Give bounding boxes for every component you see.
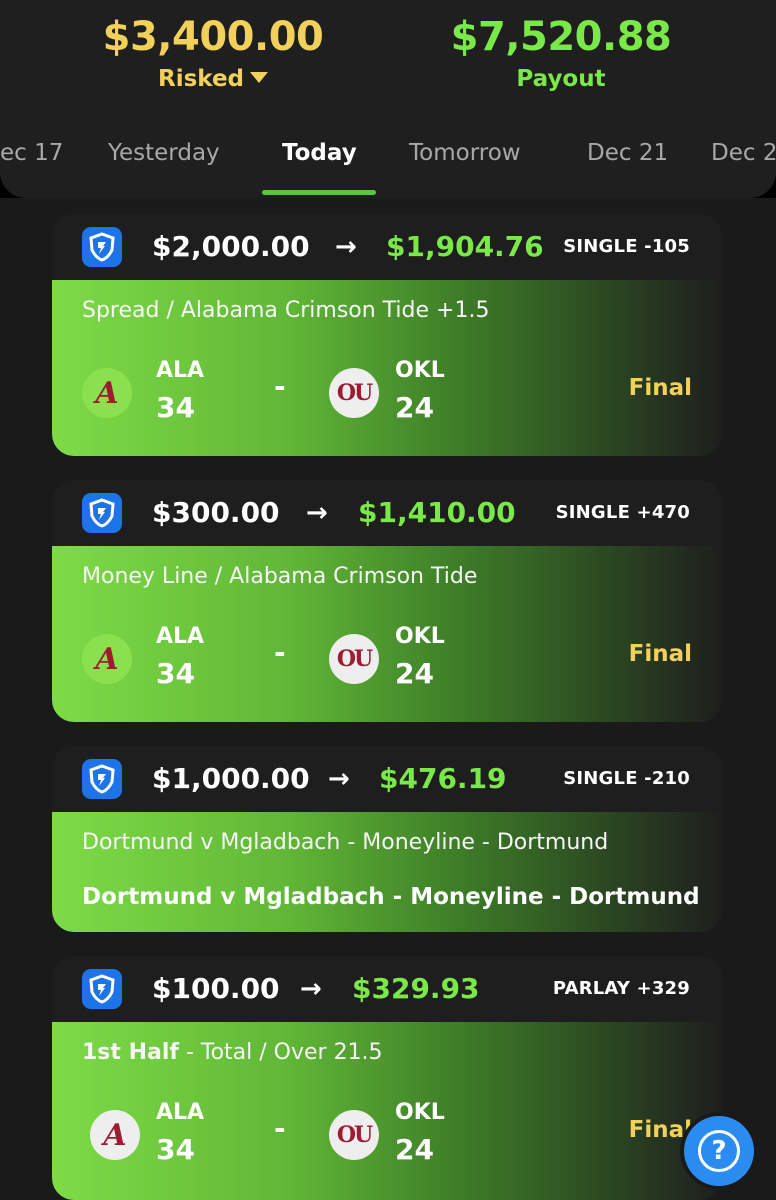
risked-label-text: Risked bbox=[157, 66, 245, 92]
alabama-logo-icon: A bbox=[90, 1110, 140, 1160]
help-button[interactable]: ? bbox=[684, 1116, 754, 1186]
score-separator: - bbox=[274, 370, 286, 403]
arrow-right-icon: → bbox=[335, 232, 357, 262]
away-team-score: 24 bbox=[395, 391, 434, 424]
stake-amount: $100.00 bbox=[152, 972, 280, 1005]
bet-details: Money Line / Alabama Crimson Tide A ALA … bbox=[52, 546, 722, 722]
win-amount: $1,410.00 bbox=[358, 496, 516, 529]
arrow-right-icon: → bbox=[306, 498, 328, 528]
bet-header: $1,000.00 → $476.19 SINGLE -210 bbox=[52, 746, 722, 812]
bet-details: Dortmund v Mgladbach - Moneyline - Dortm… bbox=[52, 812, 722, 932]
risked-amount: $3,400.00 bbox=[102, 14, 324, 60]
home-team-abbr: ALA bbox=[156, 1100, 205, 1125]
date-tabs: ec 17 Yesterday Today Tomorrow Dec 21 De… bbox=[0, 140, 776, 195]
away-team-abbr: OKL bbox=[395, 624, 445, 649]
bet-card[interactable]: $300.00 → $1,410.00 SINGLE +470 Money Li… bbox=[52, 480, 722, 722]
fanduel-shield-icon bbox=[82, 493, 122, 533]
market-description: Dortmund v Mgladbach - Moneyline - Dortm… bbox=[82, 830, 609, 855]
bet-type-odds: SINGLE +470 bbox=[555, 502, 690, 523]
question-mark-icon: ? bbox=[698, 1130, 740, 1172]
stake-amount: $2,000.00 bbox=[152, 230, 310, 263]
stake-amount: $1,000.00 bbox=[152, 762, 310, 795]
win-amount: $476.19 bbox=[379, 762, 507, 795]
market-description: Money Line / Alabama Crimson Tide bbox=[82, 564, 478, 589]
tab-yesterday[interactable]: Yesterday bbox=[108, 140, 220, 166]
score-separator: - bbox=[274, 636, 286, 669]
bet-details: Spread / Alabama Crimson Tide +1.5 A ALA… bbox=[52, 280, 722, 456]
arrow-right-icon: → bbox=[300, 974, 322, 1004]
market-description: 1st Half - Total / Over 21.5 bbox=[82, 1038, 383, 1068]
score-separator: - bbox=[274, 1112, 286, 1145]
game-status: Final bbox=[628, 641, 692, 667]
bet-card[interactable]: $2,000.00 → $1,904.76 SINGLE -105 Spread… bbox=[52, 214, 722, 456]
oklahoma-logo-icon: OU bbox=[329, 634, 379, 684]
bets-list[interactable]: $2,000.00 → $1,904.76 SINGLE -105 Spread… bbox=[0, 198, 776, 1200]
away-team-score: 24 bbox=[395, 657, 434, 690]
summary-panel: $3,400.00 Risked $7,520.88 Payout ec 17 … bbox=[0, 0, 776, 198]
selection-detail: Dortmund v Mgladbach - Moneyline - Dortm… bbox=[82, 884, 700, 910]
fanduel-shield-icon bbox=[82, 759, 122, 799]
win-amount: $1,904.76 bbox=[386, 230, 544, 263]
market-period: 1st Half bbox=[82, 1040, 179, 1065]
tab-dec-17[interactable]: ec 17 bbox=[0, 140, 63, 166]
tab-dec-21[interactable]: Dec 21 bbox=[587, 140, 668, 166]
risked-label[interactable]: Risked bbox=[48, 62, 378, 96]
away-team-score: 24 bbox=[395, 1133, 434, 1166]
oklahoma-logo-icon: OU bbox=[329, 1110, 379, 1160]
home-team-abbr: ALA bbox=[156, 624, 205, 649]
alabama-logo-icon: A bbox=[82, 634, 132, 684]
home-team-abbr: ALA bbox=[156, 358, 205, 383]
bet-header: $100.00 → $329.93 PARLAY +329 bbox=[52, 956, 722, 1022]
market-text: - Total / Over 21.5 bbox=[178, 1040, 383, 1065]
win-amount: $329.93 bbox=[352, 972, 480, 1005]
home-team-score: 34 bbox=[156, 657, 195, 690]
bet-details: 1st Half - Total / Over 21.5 A ALA 34 - … bbox=[52, 1022, 722, 1200]
risked-summary[interactable]: $3,400.00 Risked bbox=[48, 12, 378, 96]
fanduel-shield-icon bbox=[82, 969, 122, 1009]
tab-today[interactable]: Today bbox=[282, 140, 357, 166]
oklahoma-logo-icon: OU bbox=[329, 368, 379, 418]
bet-header: $300.00 → $1,410.00 SINGLE +470 bbox=[52, 480, 722, 546]
payout-summary: $7,520.88 Payout bbox=[396, 12, 726, 96]
game-status: Final bbox=[628, 1117, 692, 1143]
caret-down-icon bbox=[250, 72, 269, 83]
bet-type-odds: PARLAY +329 bbox=[552, 978, 690, 999]
bet-card[interactable]: $100.00 → $329.93 PARLAY +329 1st Half -… bbox=[52, 956, 722, 1200]
bet-card[interactable]: $1,000.00 → $476.19 SINGLE -210 Dortmund… bbox=[52, 746, 722, 932]
arrow-right-icon: → bbox=[328, 764, 350, 794]
alabama-logo-icon: A bbox=[82, 368, 132, 418]
game-status: Final bbox=[628, 375, 692, 401]
stake-amount: $300.00 bbox=[152, 496, 280, 529]
fanduel-shield-icon bbox=[82, 227, 122, 267]
payout-label: Payout bbox=[516, 66, 606, 92]
away-team-abbr: OKL bbox=[395, 358, 445, 383]
home-team-score: 34 bbox=[156, 1133, 195, 1166]
bet-type-odds: SINGLE -210 bbox=[563, 768, 690, 789]
market-description: Spread / Alabama Crimson Tide +1.5 bbox=[82, 298, 490, 323]
bet-type-odds: SINGLE -105 bbox=[563, 236, 690, 257]
active-tab-indicator bbox=[262, 190, 376, 195]
tab-dec-22[interactable]: Dec 22 bbox=[711, 140, 776, 166]
bet-header: $2,000.00 → $1,904.76 SINGLE -105 bbox=[52, 214, 722, 280]
payout-amount: $7,520.88 bbox=[450, 14, 672, 60]
away-team-abbr: OKL bbox=[395, 1100, 445, 1125]
home-team-score: 34 bbox=[156, 391, 195, 424]
tab-tomorrow[interactable]: Tomorrow bbox=[409, 140, 521, 166]
